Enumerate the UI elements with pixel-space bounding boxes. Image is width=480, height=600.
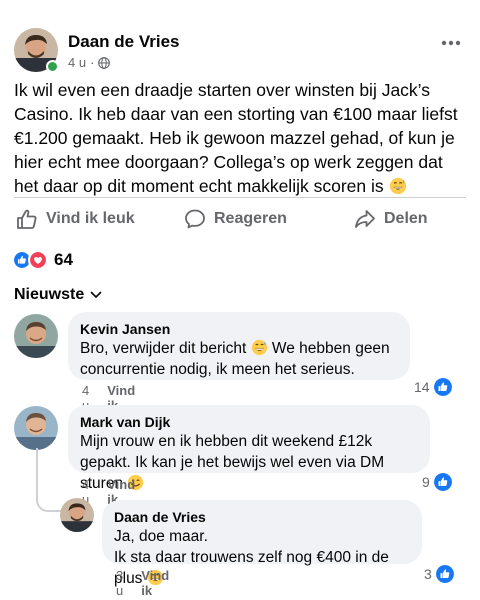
share-button[interactable]: Delen bbox=[354, 208, 428, 230]
like-icon bbox=[433, 378, 452, 396]
grinning-sweat-emoji bbox=[251, 339, 267, 356]
online-status-dot bbox=[46, 60, 59, 73]
like-icon bbox=[433, 473, 452, 491]
comment-sort-dropdown[interactable]: Nieuwste bbox=[14, 286, 102, 304]
comment-likes: 9 bbox=[422, 474, 430, 490]
like-label: Vind ik leuk bbox=[46, 210, 135, 227]
comment-author[interactable]: Mark van Dijk bbox=[80, 413, 418, 431]
comment-icon bbox=[185, 209, 205, 229]
comment-likes: 14 bbox=[414, 379, 430, 395]
divider bbox=[14, 197, 466, 198]
avatar[interactable] bbox=[60, 498, 94, 532]
comment-author[interactable]: Daan de Vries bbox=[114, 508, 410, 526]
comment-like-button[interactable]: Vind ik leuk bbox=[141, 568, 169, 600]
grinning-sweat-emoji bbox=[389, 177, 406, 195]
comment-text: Ja, doe maar. bbox=[114, 528, 208, 545]
comment-text-part: Bro, verwijder dit bericht bbox=[80, 340, 247, 357]
comment-author[interactable]: Kevin Jansen bbox=[80, 320, 398, 338]
post-author[interactable]: Daan de Vries bbox=[68, 32, 180, 52]
reaction-count: 64 bbox=[54, 250, 73, 269]
comment-bubble: Daan de Vries Ja, doe maar. Ik sta daar … bbox=[102, 500, 422, 587]
comment-likes: 3 bbox=[424, 566, 432, 582]
reactions-summary[interactable]: 64 bbox=[12, 250, 73, 270]
more-options-icon[interactable] bbox=[440, 38, 462, 48]
post-actions: Vind ik leuk Reageren Delen bbox=[0, 200, 480, 240]
post-meta: 4 u · bbox=[68, 55, 111, 70]
comment-reaction-count[interactable]: 3 bbox=[424, 565, 454, 583]
comment-button[interactable]: Reageren bbox=[184, 208, 287, 230]
post-text: Ik wil even een draadje starten over win… bbox=[14, 78, 464, 198]
avatar[interactable] bbox=[14, 314, 58, 358]
share-icon bbox=[355, 210, 375, 228]
comment-reaction-count[interactable]: 9 bbox=[422, 473, 452, 491]
like-button[interactable]: Vind ik leuk bbox=[16, 208, 135, 230]
comment-text: Bro, verwijder dit bericht We hebben gee… bbox=[80, 338, 398, 380]
comment-bubble: Kevin Jansen Bro, verwijder dit bericht … bbox=[68, 312, 410, 380]
love-icon bbox=[28, 250, 48, 270]
post-header: Daan de Vries 4 u · bbox=[14, 28, 466, 76]
comment-label: Reageren bbox=[214, 210, 287, 227]
sort-label: Nieuwste bbox=[14, 286, 85, 303]
avatar[interactable] bbox=[14, 406, 58, 450]
comment-time[interactable]: 3 u bbox=[116, 568, 123, 600]
comment-reaction-count[interactable]: 14 bbox=[414, 378, 452, 396]
share-label: Delen bbox=[384, 210, 428, 227]
chevron-down-icon bbox=[90, 291, 102, 298]
thumbs-up-icon bbox=[17, 209, 37, 229]
comment-bubble: Mark van Dijk Mijn vrouw en ik hebben di… bbox=[68, 405, 430, 492]
globe-icon[interactable] bbox=[98, 56, 111, 69]
like-icon bbox=[435, 565, 454, 583]
post-time[interactable]: 4 u bbox=[68, 55, 86, 70]
reply-thread-line bbox=[36, 448, 62, 512]
comment-meta: 3 u Vind ik leuk bbox=[116, 568, 169, 600]
